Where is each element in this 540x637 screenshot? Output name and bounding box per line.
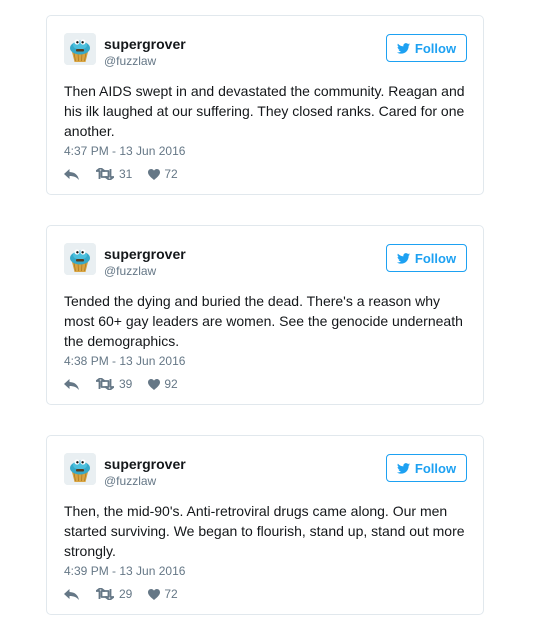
retweet-button[interactable]: 31 (96, 167, 132, 181)
follow-button[interactable]: Follow (386, 244, 467, 272)
follow-button[interactable]: Follow (386, 454, 467, 482)
retweet-count: 39 (119, 377, 133, 391)
user-handle[interactable]: @fuzzlaw (104, 264, 156, 278)
follow-button-label: Follow (414, 40, 457, 56)
like-count: 72 (164, 167, 178, 181)
retweet-count: 31 (119, 167, 133, 181)
avatar[interactable] (64, 33, 96, 65)
user-name[interactable]: supergrover (104, 36, 186, 52)
reply-icon (64, 378, 79, 390)
like-button[interactable]: 92 (148, 377, 178, 391)
avatar[interactable] (64, 243, 96, 275)
tweet-timestamp[interactable]: 4:38 PM - 13 Jun 2016 (64, 354, 185, 368)
heart-icon (148, 588, 161, 600)
retweet-icon (96, 588, 114, 600)
reply-button[interactable] (64, 168, 80, 180)
like-button[interactable]: 72 (148, 587, 178, 601)
retweet-button[interactable]: 29 (96, 587, 132, 601)
embedded-tweet: supergrover @fuzzlaw Follow Then AIDS sw… (46, 15, 484, 195)
tweet-timestamp[interactable]: 4:39 PM - 13 Jun 2016 (64, 564, 185, 578)
tweet-timestamp[interactable]: 4:37 PM - 13 Jun 2016 (64, 144, 185, 158)
reply-icon (64, 588, 79, 600)
reply-button[interactable] (64, 378, 80, 390)
tweet-text: Then AIDS swept in and devastated the co… (64, 83, 465, 139)
heart-icon (148, 168, 161, 180)
twitter-bird-icon (396, 42, 410, 54)
reply-button[interactable] (64, 588, 80, 600)
embedded-tweet: supergrover @fuzzlaw Follow Tended the d… (46, 225, 484, 405)
heart-icon (148, 378, 161, 390)
twitter-bird-icon (396, 252, 410, 264)
retweet-icon (96, 168, 114, 180)
user-handle[interactable]: @fuzzlaw (104, 54, 156, 68)
follow-button-label: Follow (414, 460, 457, 476)
user-name[interactable]: supergrover (104, 246, 186, 262)
retweet-count: 29 (119, 587, 133, 601)
user-handle[interactable]: @fuzzlaw (104, 474, 156, 488)
cupcake-avatar-image (64, 243, 96, 275)
user-name[interactable]: supergrover (104, 456, 186, 472)
tweet-actions: 31 72 (64, 166, 178, 182)
cupcake-avatar-image (64, 33, 96, 65)
tweet-actions: 29 72 (64, 586, 178, 602)
follow-button-label: Follow (414, 250, 457, 266)
embedded-tweet: supergrover @fuzzlaw Follow Then, the mi… (46, 435, 484, 615)
like-count: 72 (164, 587, 178, 601)
avatar[interactable] (64, 453, 96, 485)
like-button[interactable]: 72 (148, 167, 178, 181)
follow-button[interactable]: Follow (386, 34, 467, 62)
tweet-text: Tended the dying and buried the dead. Th… (64, 293, 463, 349)
retweet-button[interactable]: 39 (96, 377, 132, 391)
cupcake-avatar-image (64, 453, 96, 485)
like-count: 92 (164, 377, 178, 391)
tweet-actions: 39 92 (64, 376, 178, 392)
tweet-text: Then, the mid-90's. Anti-retroviral drug… (64, 503, 465, 559)
twitter-bird-icon (396, 462, 410, 474)
reply-icon (64, 168, 79, 180)
retweet-icon (96, 378, 114, 390)
